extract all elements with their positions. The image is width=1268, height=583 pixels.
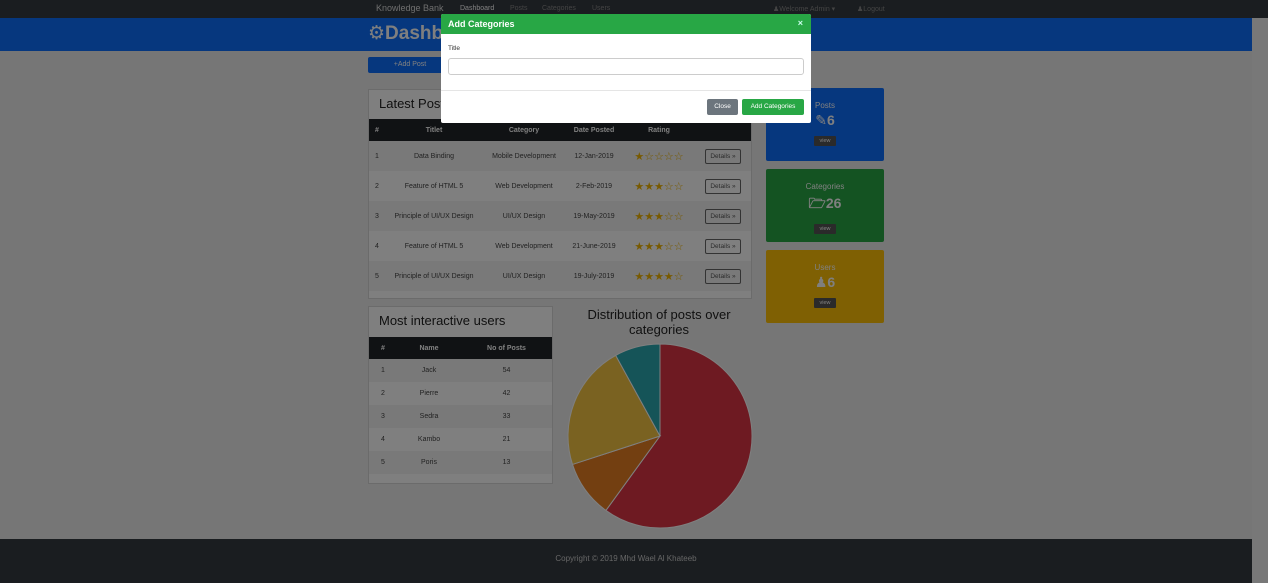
title-field-label: Title: [448, 45, 461, 52]
add-categories-button[interactable]: Add Categories: [742, 99, 804, 115]
add-categories-modal: Add Categories × Title Close Add Categor…: [441, 14, 811, 123]
modal-divider: [441, 90, 811, 91]
category-title-input[interactable]: [448, 58, 804, 75]
close-button[interactable]: Close: [707, 99, 738, 115]
modal-header: Add Categories ×: [441, 14, 811, 34]
close-icon[interactable]: ×: [798, 18, 803, 28]
modal-title: Add Categories: [448, 19, 515, 29]
